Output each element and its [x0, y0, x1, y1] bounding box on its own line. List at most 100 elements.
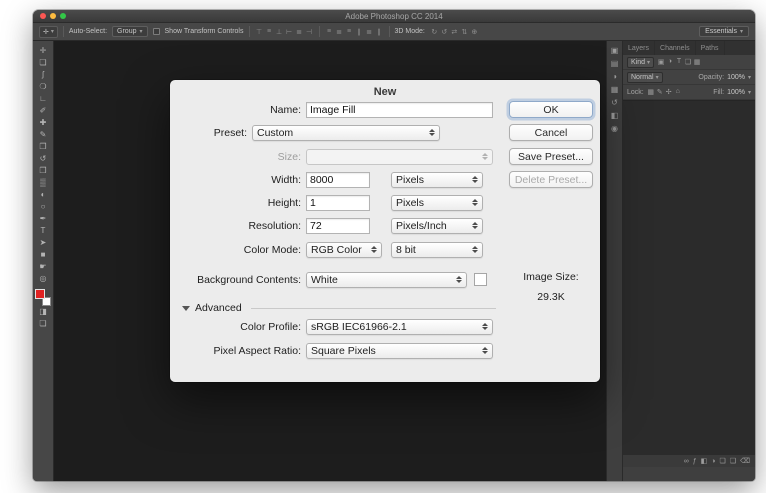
hand-tool[interactable]: ☛ — [35, 261, 52, 273]
adjustment-layer-icon[interactable]: ◑ — [711, 458, 715, 465]
rectangle-tool[interactable]: ■ — [35, 249, 52, 261]
spot-healing-brush-tool[interactable]: ✚ — [35, 117, 52, 129]
swatches-panel-icon[interactable]: ▤ — [611, 59, 619, 68]
workspace-switcher[interactable]: Essentials ▾ — [699, 26, 749, 37]
lock-position-icon[interactable]: ✢ — [665, 88, 673, 96]
info-panel-icon[interactable]: ◉ — [611, 124, 618, 133]
distribute-horizontal-centers-icon[interactable]: ≣ — [365, 28, 374, 36]
path-selection-tool[interactable]: ➤ — [35, 237, 52, 249]
adjustments-panel-icon[interactable]: ◑ — [612, 72, 617, 81]
tool-preset-picker[interactable]: ✛ ▾ — [39, 25, 58, 38]
panel-tab[interactable]: Paths — [696, 41, 725, 55]
color-profile-select[interactable]: sRGB IEC61966-2.1 — [306, 318, 493, 335]
cancel-button[interactable]: Cancel — [509, 124, 593, 141]
eraser-tool[interactable]: ❒ — [35, 165, 52, 177]
3d-scale-icon[interactable]: ⊕ — [470, 28, 479, 36]
window-title: Adobe Photoshop CC 2014 — [345, 11, 443, 21]
zoom-tool[interactable]: ◎ — [35, 273, 52, 285]
horizontal-type-tool[interactable]: T — [35, 225, 52, 237]
panel-tab[interactable]: Channels — [655, 41, 696, 55]
distribute-vertical-centers-icon[interactable]: ≣ — [335, 28, 344, 36]
smart-object-filter-icon[interactable]: ▦ — [693, 58, 701, 66]
background-color-swatch[interactable] — [474, 273, 487, 286]
opacity-value[interactable]: 100% — [727, 74, 745, 81]
move-tool[interactable]: ✛ — [35, 45, 52, 57]
name-input[interactable] — [306, 101, 493, 118]
save-preset-button[interactable]: Save Preset... — [509, 148, 593, 165]
dodge-tool[interactable]: ○ — [35, 201, 52, 213]
history-brush-tool[interactable]: ↺ — [35, 153, 52, 165]
layer-style-icon[interactable]: ƒ — [693, 458, 697, 465]
distribute-bottom-edges-icon[interactable]: ≡ — [345, 28, 354, 36]
add-layer-mask-icon[interactable]: ◧ — [701, 457, 708, 465]
color-panel-icon[interactable]: ▣ — [611, 46, 619, 55]
pixel-aspect-ratio-select[interactable]: Square Pixels — [306, 342, 493, 359]
screen-mode-button[interactable]: ❏ — [35, 318, 52, 330]
type-layer-filter-icon[interactable]: T — [675, 58, 683, 66]
align-left-edges-icon[interactable]: ⊢ — [285, 28, 294, 36]
quick-mask-mode-button[interactable]: ◨ — [35, 306, 52, 318]
align-top-edges-icon[interactable]: ⊤ — [255, 28, 264, 36]
panel-tab[interactable]: Layers — [623, 41, 656, 55]
width-input[interactable] — [306, 171, 370, 188]
lock-pixels-icon[interactable]: ✎ — [656, 88, 664, 96]
auto-select-dropdown[interactable]: Group ▾ — [112, 26, 148, 37]
pen-tool[interactable]: ✒ — [35, 213, 52, 225]
toolbar-foreground-swatch[interactable] — [35, 289, 45, 299]
link-layers-icon[interactable]: ∞ — [684, 458, 689, 465]
align-right-edges-icon[interactable]: ⊣ — [305, 28, 314, 36]
divider — [250, 307, 496, 309]
adjustment-layer-filter-icon[interactable]: ◑ — [666, 58, 674, 66]
height-input[interactable] — [306, 194, 370, 211]
width-unit-select[interactable]: Pixels — [391, 171, 483, 188]
shape-layer-filter-icon[interactable]: ❏ — [684, 58, 692, 66]
blend-mode-dropdown[interactable]: Normal ▾ — [627, 71, 663, 83]
color-mode-select[interactable]: RGB Color — [306, 241, 382, 258]
layer-filter-dropdown[interactable]: Kind ▾ — [627, 56, 655, 68]
background-contents-select[interactable]: White — [306, 271, 467, 288]
height-unit-select[interactable]: Pixels — [391, 194, 483, 211]
lock-all-icon[interactable]: ⌂ — [674, 88, 682, 96]
properties-panel-icon[interactable]: ◧ — [611, 111, 619, 120]
3d-rotate-icon[interactable]: ↻ — [430, 28, 439, 36]
align-vertical-centers-icon[interactable]: ≡ — [265, 28, 274, 36]
advanced-disclosure[interactable]: Advanced — [182, 302, 496, 314]
resolution-input[interactable] — [306, 217, 370, 234]
bit-depth-select[interactable]: 8 bit — [391, 241, 483, 258]
lasso-tool[interactable]: ʃ — [35, 69, 52, 81]
new-layer-icon[interactable]: ❑ — [730, 457, 736, 465]
new-group-icon[interactable]: ❏ — [720, 457, 726, 465]
history-panel-icon[interactable]: ↺ — [611, 98, 618, 107]
align-horizontal-centers-icon[interactable]: ≣ — [295, 28, 304, 36]
rectangular-marquee-tool[interactable]: ❏ — [35, 57, 52, 69]
fill-value[interactable]: 100% — [727, 89, 745, 96]
ok-button[interactable]: OK — [509, 101, 593, 118]
3d-roll-icon[interactable]: ↺ — [440, 28, 449, 36]
distribute-left-edges-icon[interactable]: ∥ — [355, 28, 364, 36]
pixel-layer-filter-icon[interactable]: ▣ — [657, 58, 665, 66]
align-bottom-edges-icon[interactable]: ⊥ — [275, 28, 284, 36]
brush-tool[interactable]: ✎ — [35, 129, 52, 141]
blur-tool[interactable]: ◐ — [35, 189, 52, 201]
styles-panel-icon[interactable]: ▦ — [611, 85, 619, 94]
preset-label: Preset: — [213, 126, 247, 139]
chevron-down-icon: ▾ — [739, 29, 743, 35]
3d-drag-icon[interactable]: ⇄ — [450, 28, 459, 36]
lock-transparency-icon[interactable]: ▦ — [647, 88, 655, 96]
move-tool-icon: ✛ — [43, 28, 49, 36]
gradient-tool[interactable]: ▒ — [35, 177, 52, 189]
new-document-dialog: New Name: Preset: Custom Size: Width: — [170, 80, 600, 382]
show-transform-checkbox[interactable] — [152, 28, 160, 35]
3d-slide-icon[interactable]: ⇅ — [460, 28, 469, 36]
preset-select[interactable]: Custom — [252, 124, 440, 141]
quick-selection-tool[interactable]: ❍ — [35, 81, 52, 93]
crop-tool[interactable]: ∟ — [35, 93, 52, 105]
eyedropper-tool[interactable]: ✐ — [35, 105, 52, 117]
delete-preset-button[interactable]: Delete Preset... — [509, 171, 593, 188]
distribute-top-edges-icon[interactable]: ≡ — [325, 28, 334, 36]
delete-layer-icon[interactable]: ⌫ — [740, 457, 750, 465]
3d-mode-label: 3D Mode: — [394, 28, 425, 35]
distribute-right-edges-icon[interactable]: ∥ — [375, 28, 384, 36]
clone-stamp-tool[interactable]: ❐ — [35, 141, 52, 153]
resolution-unit-select[interactable]: Pixels/Inch — [391, 217, 483, 234]
